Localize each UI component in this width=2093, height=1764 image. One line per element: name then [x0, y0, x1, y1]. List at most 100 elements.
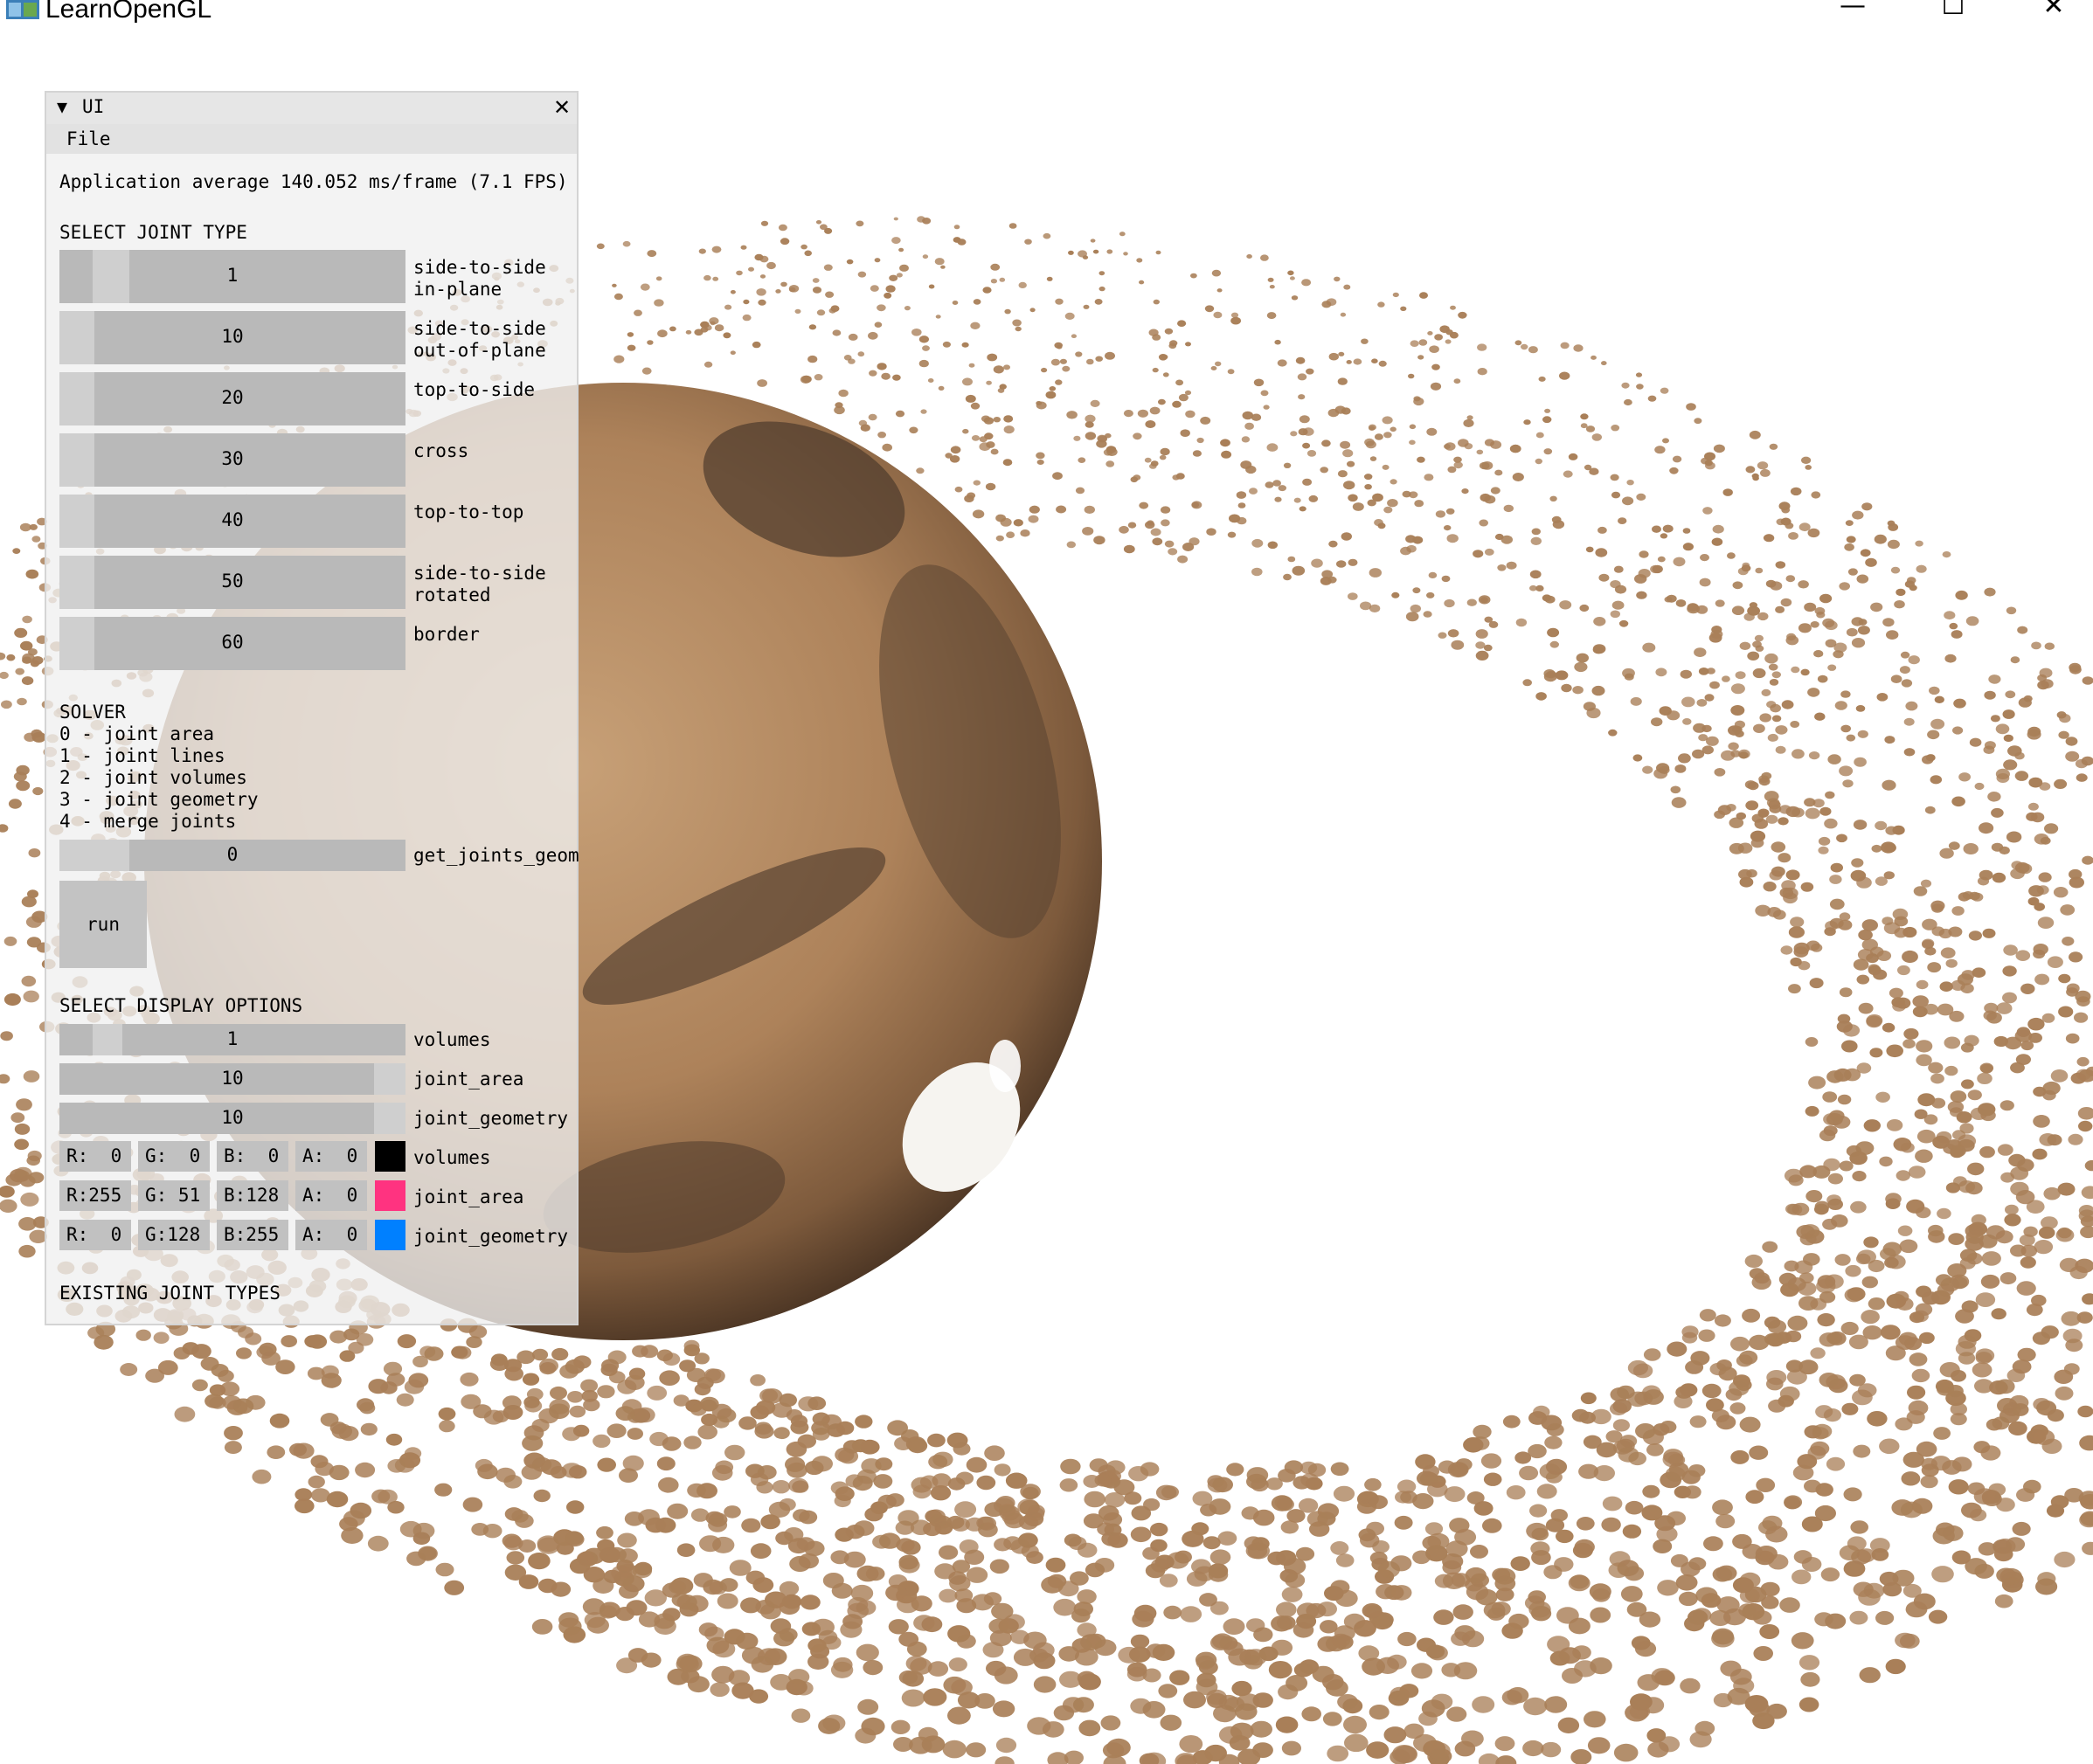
asteroid [740, 245, 747, 250]
asteroid [1951, 796, 1965, 807]
asteroid [1123, 410, 1133, 418]
asteroid [1488, 620, 1499, 628]
asteroid [1768, 1553, 1789, 1570]
asteroid [1104, 1492, 1126, 1508]
asteroid [1568, 1574, 1591, 1592]
asteroid [1787, 1315, 1808, 1331]
display-slider-volumes[interactable]: 1 [59, 1024, 405, 1055]
color-g-field[interactable]: G:128 [138, 1220, 210, 1250]
asteroid [1861, 1276, 1878, 1289]
collapse-arrow-icon[interactable]: ▼ [57, 97, 67, 116]
slider-value: 10 [221, 1068, 244, 1089]
color-b-field[interactable]: B: 0 [217, 1141, 288, 1172]
asteroid [999, 277, 1006, 282]
asteroid [1970, 1508, 1987, 1522]
asteroid [1972, 1362, 1993, 1378]
asteroid [1251, 538, 1264, 548]
joint-type-slider-20[interactable]: 20 [59, 372, 405, 425]
asteroid [1483, 1472, 1502, 1486]
asteroid [865, 1567, 885, 1581]
menu-file[interactable]: File [66, 128, 111, 149]
asteroid [1969, 737, 1982, 747]
asteroid [1951, 630, 1963, 639]
color-a-field[interactable]: A: 0 [295, 1180, 367, 1211]
asteroid [1153, 299, 1161, 305]
asteroid [1790, 957, 1802, 967]
asteroid [1683, 1485, 1701, 1499]
color-b-field[interactable]: B:255 [217, 1220, 288, 1250]
color-r-field[interactable]: R: 0 [59, 1141, 131, 1172]
asteroid [1860, 549, 1871, 557]
joint-type-slider-10[interactable]: 10 [59, 311, 405, 364]
joint-type-slider-60[interactable]: 60 [59, 617, 405, 670]
close-window-button[interactable]: ✕ [2027, 0, 2080, 23]
slider-value: 60 [221, 632, 244, 653]
asteroid [135, 1329, 151, 1341]
asteroid [657, 329, 668, 338]
joint-type-slider-40[interactable]: 40 [59, 495, 405, 548]
asteroid [1778, 1394, 1794, 1408]
asteroid [1236, 491, 1247, 499]
asteroid [397, 1334, 417, 1349]
display-slider-joint-geometry[interactable]: 10 [59, 1103, 405, 1134]
minimize-button[interactable]: — [1826, 0, 1879, 23]
asteroid [281, 1335, 298, 1348]
asteroid [307, 1366, 325, 1380]
asteroid [1289, 276, 1295, 280]
asteroid [1451, 640, 1465, 650]
asteroid [929, 1514, 947, 1527]
joint-type-slider-30[interactable]: 30 [59, 433, 405, 487]
asteroid [1152, 1643, 1175, 1661]
asteroid [966, 1567, 988, 1583]
asteroid [1660, 387, 1669, 394]
asteroid [1531, 528, 1542, 536]
color-b-field[interactable]: B:128 [217, 1180, 288, 1211]
color-swatch-volumes[interactable] [375, 1141, 405, 1172]
slider-value: 10 [221, 1107, 244, 1128]
asteroid [531, 1418, 550, 1433]
joint-type-slider-1[interactable]: 1 [59, 250, 405, 303]
run-button[interactable]: run [59, 881, 147, 968]
solver-slider[interactable]: 0 [59, 840, 405, 871]
asteroid [1698, 1329, 1715, 1342]
color-swatch-joint-geometry[interactable] [375, 1220, 405, 1250]
asteroid [1267, 277, 1274, 282]
asteroid [1473, 1501, 1494, 1516]
joint-type-slider-50[interactable]: 50 [59, 556, 405, 609]
asteroid [1299, 506, 1306, 512]
asteroid [1875, 1610, 1895, 1625]
asteroid [1269, 285, 1275, 289]
asteroid [22, 615, 32, 624]
asteroid [1680, 669, 1693, 679]
asteroid [2079, 1512, 2093, 1528]
asteroid [1847, 1536, 1867, 1551]
asteroid [1053, 1705, 1075, 1721]
color-a-field[interactable]: A: 0 [295, 1141, 367, 1172]
asteroid [770, 1618, 792, 1634]
asteroid [1172, 400, 1182, 408]
color-g-field[interactable]: G: 0 [138, 1141, 210, 1172]
color-a-field[interactable]: A: 0 [295, 1220, 367, 1250]
asteroid [1990, 715, 2000, 723]
asteroid [1433, 1609, 1454, 1625]
asteroid [1931, 1566, 1954, 1583]
asteroid [1792, 749, 1805, 759]
asteroid [892, 374, 901, 381]
asteroid [1875, 820, 1888, 831]
maximize-button[interactable]: ☐ [1927, 0, 1979, 23]
asteroid [1029, 1648, 1049, 1663]
asteroid [1427, 1742, 1451, 1760]
display-slider-joint-area[interactable]: 10 [59, 1063, 405, 1095]
color-g-field[interactable]: G: 51 [138, 1180, 210, 1211]
asteroid [1275, 1716, 1299, 1733]
panel-close-icon[interactable]: ✕ [553, 95, 571, 120]
asteroid [1531, 1606, 1552, 1622]
asteroid [435, 1562, 454, 1577]
color-r-field[interactable]: R:255 [59, 1180, 131, 1211]
asteroid [359, 1401, 376, 1415]
color-swatch-joint-area[interactable] [375, 1180, 405, 1211]
asteroid [1780, 945, 1793, 955]
window-titlebar[interactable]: LearnOpenGL — ☐ ✕ [0, 0, 2093, 24]
color-r-field[interactable]: R: 0 [59, 1220, 131, 1250]
panel-header[interactable]: ▼ UI ✕ [46, 93, 577, 124]
